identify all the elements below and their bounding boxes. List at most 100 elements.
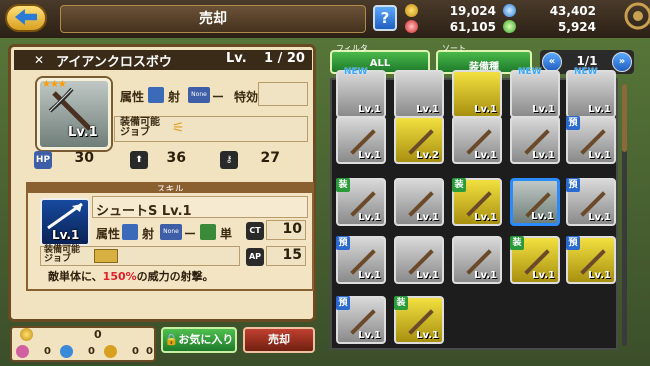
inventory-item[interactable]: Lv.2 [394, 116, 444, 164]
back-arrow-icon [15, 9, 37, 25]
skill-element-none-icon: None [160, 224, 182, 240]
item-level: Lv.1 [588, 270, 611, 281]
item-name-bar: ✕ アイアンクロスボウ Lv. 1 / 20 [14, 50, 312, 70]
hp-icon: HP [34, 151, 52, 169]
stamina-icon [503, 20, 516, 33]
gold-crystal-icon [104, 345, 117, 358]
skill-job-label: 装備可能 ジョブ [44, 245, 81, 264]
desc-suffix: の威力の射撃。 [136, 270, 214, 283]
inventory-item[interactable]: 預 Lv.1 [566, 116, 616, 164]
item-level: Lv.1 [358, 104, 381, 115]
claw-job-icon: ⚟ [172, 120, 185, 136]
special-label: 特効 [234, 90, 259, 104]
inventory-item[interactable]: 装 Lv.1 [510, 236, 560, 284]
item-level: Lv.1 [474, 150, 497, 161]
next-page-button[interactable]: » [612, 52, 632, 72]
inventory-item[interactable]: Lv.1 [336, 116, 386, 164]
hp-value: 30 [74, 150, 94, 166]
filter-header: フィルタ [336, 44, 368, 53]
pink-crystal-icon [16, 345, 29, 358]
preset-badge: 預 [336, 236, 350, 250]
inventory-item[interactable]: Lv.1 [394, 178, 444, 226]
new-tag: NEW [574, 67, 598, 77]
item-level: Lv.1 [358, 212, 381, 223]
stamina-amount: 5,924 [558, 20, 596, 34]
resource-coin-icon [20, 328, 33, 341]
inventory-item[interactable]: Lv.1 [452, 236, 502, 284]
inventory-item-selected[interactable]: Lv.1 [510, 178, 560, 226]
sell-button[interactable]: 売却 [243, 327, 315, 353]
inventory-item[interactable]: Lv.1 [452, 116, 502, 164]
skill-attribute-type: 射 [142, 227, 155, 241]
item-level: Lv.1 [588, 104, 611, 115]
rarity-stars: ★★★ [42, 79, 67, 90]
gear-ornament-icon [624, 2, 650, 30]
item-level: Lv.1 [416, 104, 439, 115]
help-button[interactable]: ? [373, 5, 397, 31]
new-tag: NEW [518, 67, 542, 77]
inventory-item[interactable]: 預 Lv.1 [566, 178, 616, 226]
blue-crystal-icon [60, 345, 73, 358]
item-level: Lv.1 [416, 270, 439, 281]
crystal-icon [503, 4, 516, 17]
item-level-label: Lv. [226, 51, 247, 66]
item-level: Lv.1 [474, 104, 497, 115]
inventory-item[interactable]: NEW Lv.1 [566, 67, 616, 118]
new-tag: NEW [344, 67, 368, 77]
inventory-item[interactable]: Lv.1 [452, 70, 502, 118]
prev-page-button[interactable]: « [542, 52, 562, 72]
resource-2: 0 [44, 346, 51, 357]
inventory-item[interactable]: NEW Lv.1 [336, 67, 386, 118]
item-level: Lv.2 [416, 150, 439, 161]
item-level: Lv.1 [416, 212, 439, 223]
resource-3: 0 [88, 346, 95, 357]
ct-value: 10 [282, 221, 302, 237]
attack-icon: ⬆ [130, 151, 148, 169]
preset-badge: 預 [566, 178, 580, 192]
skill-description: 敵単体に、150%の威力の射撃。 [48, 268, 214, 284]
page-title: 売却 [60, 5, 366, 33]
inventory-item[interactable]: Lv.1 [510, 116, 560, 164]
ap-value: 15 [282, 247, 302, 263]
desc-highlight: 150% [102, 270, 137, 283]
ct-icon: CT [246, 222, 264, 240]
sort-header: ソート [442, 44, 466, 53]
equipped-badge: 装 [336, 178, 350, 192]
preset-badge: 預 [336, 296, 350, 310]
inventory-item[interactable]: 装 Lv.1 [336, 178, 386, 226]
item-level: Lv.1 [532, 104, 555, 115]
equipped-badge: 装 [394, 296, 408, 310]
crossbow-icon: ✕ [34, 53, 45, 67]
inventory-item[interactable]: 装 Lv.1 [394, 296, 444, 344]
inventory-item[interactable]: Lv.1 [394, 70, 444, 118]
stat-row: HP 30 ⬆ 36 ⚷ 27 [34, 150, 310, 170]
inventory-item[interactable]: 預 Lv.1 [566, 236, 616, 284]
item-level: Lv.1 [358, 330, 381, 341]
skill-name: シュートS Lv.1 [96, 204, 192, 219]
item-level: Lv.1 [474, 212, 497, 223]
skill-attribute-label: 属性 [96, 227, 121, 241]
inventory-item[interactable]: NEW Lv.1 [510, 67, 560, 118]
inventory-item[interactable]: Lv.1 [394, 236, 444, 284]
favorite-label: お気に入り [178, 333, 234, 346]
inventory-item[interactable]: 預 Lv.1 [336, 296, 386, 344]
favorite-button[interactable]: 🔒お気に入り [161, 327, 237, 353]
resource-4: 0 [132, 346, 139, 357]
attribute-type: 射 [168, 90, 181, 104]
skill-target-type: 単 [220, 227, 233, 241]
item-level: Lv.1 [358, 150, 381, 161]
item-level: Lv.1 [358, 270, 381, 281]
shoot-attribute-icon [148, 87, 164, 103]
gem-amount: 61,105 [449, 20, 496, 34]
scrollbar-thumb[interactable] [622, 84, 627, 152]
inventory-item[interactable]: 装 Lv.1 [452, 178, 502, 226]
page-indicator: 1/1 [576, 54, 598, 68]
item-level-value: 1 / 20 [264, 51, 305, 66]
back-button[interactable] [5, 4, 47, 32]
item-level: Lv.1 [532, 150, 555, 161]
item-name: アイアンクロスボウ [56, 55, 172, 70]
defense-value: 27 [260, 150, 280, 166]
inventory-item[interactable]: 預 Lv.1 [336, 236, 386, 284]
lock-icon: 🔒 [164, 333, 179, 346]
special-effect-box [258, 82, 308, 106]
